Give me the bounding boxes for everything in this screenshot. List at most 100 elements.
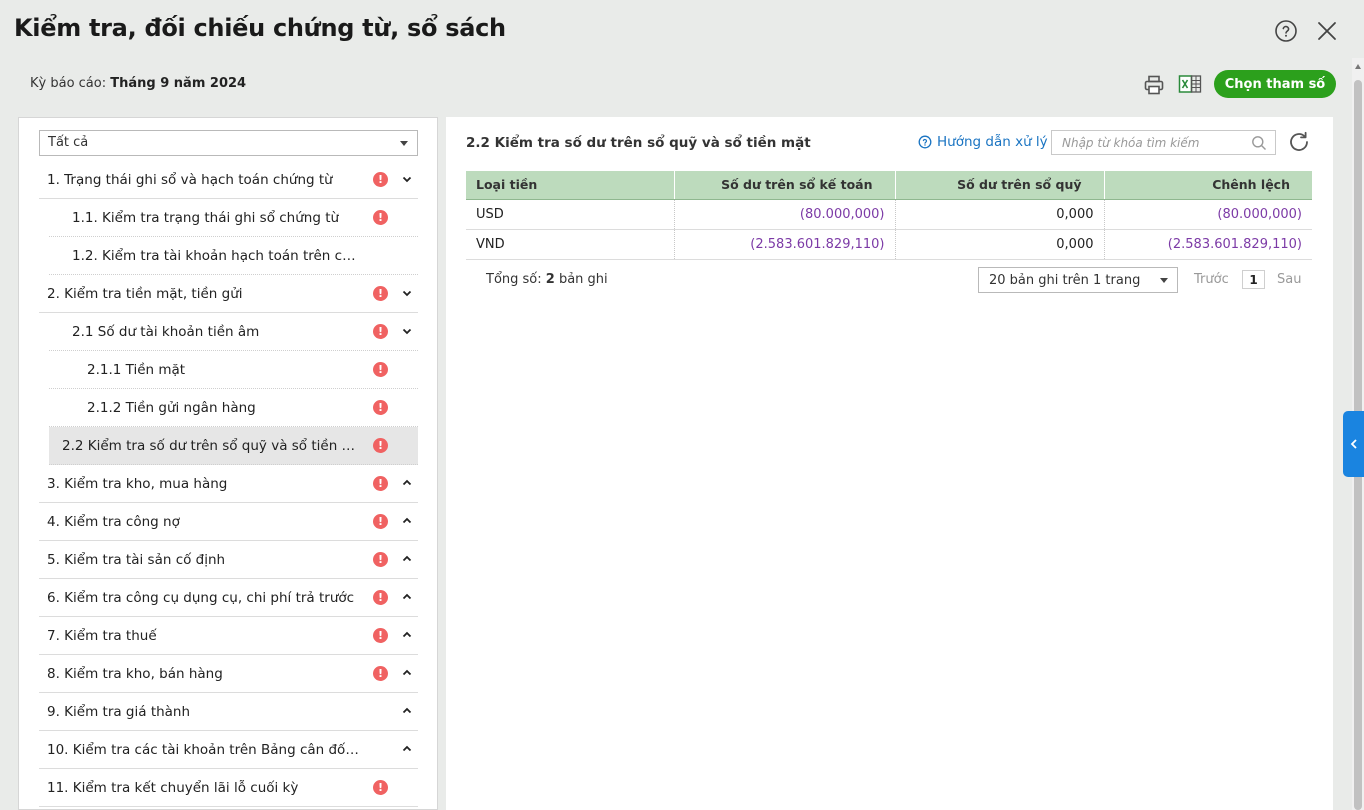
chevron-up-icon[interactable] [401,553,413,565]
tree-item-label: 2.1 Số dư tài khoản tiền âm [72,323,260,340]
filter-select[interactable]: Tất cả [39,130,418,156]
tree-item[interactable]: 2.1.1 Tiền mặt! [49,351,418,389]
tree-item-label: 1.1. Kiểm tra trạng thái ghi sổ chứng từ [72,209,340,226]
collapse-side-panel-button[interactable] [1343,411,1364,477]
search-placeholder: Nhập từ khóa tìm kiếm [1062,136,1200,150]
warning-icon: ! [373,210,388,225]
total-count: 2 [545,272,555,287]
record-total: Tổng số: 2 bản ghi [486,272,608,287]
book-balance-cell: (80.000,000) [674,199,896,230]
tree-item-label: 1. Trạng thái ghi sổ và hạch toán chứng … [47,171,333,188]
scroll-up-arrow-icon[interactable] [1355,64,1361,69]
tree-item-label: 2.1.2 Tiền gửi ngân hàng [87,399,256,416]
tree-item[interactable]: 5. Kiểm tra tài sản cố định! [39,541,418,579]
warning-icon: ! [373,590,388,605]
chevron-up-icon[interactable] [401,667,413,679]
tree-item-label: 9. Kiểm tra giá thành [47,703,191,720]
tree-item[interactable]: 2.1 Số dư tài khoản tiền âm! [49,313,418,351]
table-row[interactable]: USD (80.000,000) 0,000 (80.000,000) [466,199,1312,230]
difference-cell: (80.000,000) [1104,199,1312,230]
page-number[interactable]: 1 [1242,270,1265,289]
choose-params-button[interactable]: Chọn tham số [1214,70,1336,98]
chevron-up-icon[interactable] [401,515,413,527]
help-icon [918,135,932,149]
tree-item-label: 2.1.1 Tiền mặt [87,361,186,378]
tree-item[interactable]: 3. Kiểm tra kho, mua hàng! [39,465,418,503]
tree-item[interactable]: 6. Kiểm tra công cụ dụng cụ, chi phí trả… [39,579,418,617]
tree-item[interactable]: 2. Kiểm tra tiền mặt, tiền gửi! [39,275,418,313]
search-icon [1252,136,1266,150]
tree-item[interactable]: 10. Kiểm tra các tài khoản trên Bảng cân… [39,731,418,769]
tree-item[interactable]: 2.1.2 Tiền gửi ngân hàng! [49,389,418,427]
check-tree: 1. Trạng thái ghi sổ và hạch toán chứng … [39,161,418,807]
chevron-down-icon[interactable] [401,325,413,337]
warning-icon: ! [373,780,388,795]
chevron-down-icon[interactable] [401,173,413,185]
search-input[interactable]: Nhập từ khóa tìm kiếm [1051,130,1276,155]
chevron-left-icon [1350,439,1357,449]
prev-page-button[interactable]: Trước [1194,272,1229,287]
period-value: Tháng 9 năm 2024 [110,76,247,91]
guide-label: Hướng dẫn xử lý [937,134,1048,150]
excel-icon[interactable] [1178,72,1202,96]
check-tree-panel: Tất cả 1. Trạng thái ghi sổ và hạch toán… [18,117,438,810]
warning-icon: ! [373,172,388,187]
tree-item[interactable]: 2.2 Kiểm tra số dư trên sổ quỹ và sổ tiề… [49,427,418,465]
warning-icon: ! [373,362,388,377]
column-header[interactable]: Chênh lệch [1104,171,1312,200]
detail-title: 2.2 Kiểm tra số dư trên sổ quỹ và sổ tiề… [466,135,811,151]
chevron-up-icon[interactable] [401,705,413,717]
printer-icon[interactable] [1142,73,1166,97]
currency-cell: VND [466,229,675,260]
chevron-down-icon [400,141,408,146]
chevron-up-icon[interactable] [401,477,413,489]
guide-link[interactable]: Hướng dẫn xử lý [918,134,1048,150]
tree-item-label: 6. Kiểm tra công cụ dụng cụ, chi phí trả… [47,589,355,606]
chevron-down-icon [1160,278,1168,283]
table-row[interactable]: VND (2.583.601.829,110) 0,000 (2.583.601… [466,229,1312,260]
cashbook-balance-cell: 0,000 [895,229,1105,260]
tree-item[interactable]: 1. Trạng thái ghi sổ và hạch toán chứng … [39,161,418,199]
page-size-value: 20 bản ghi trên 1 trang [989,273,1141,288]
total-unit: bản ghi [558,272,608,287]
refresh-icon[interactable] [1287,130,1311,154]
tree-item[interactable]: 9. Kiểm tra giá thành [39,693,418,731]
chevron-down-icon[interactable] [401,287,413,299]
detail-panel: 2.2 Kiểm tra số dư trên sổ quỹ và sổ tiề… [446,117,1333,810]
next-page-button[interactable]: Sau [1277,272,1301,287]
tree-item[interactable]: 1.1. Kiểm tra trạng thái ghi sổ chứng từ… [49,199,418,237]
difference-cell: (2.583.601.829,110) [1104,229,1312,260]
column-header[interactable]: Số dư trên sổ quỹ [895,171,1105,200]
tree-item-label: 2. Kiểm tra tiền mặt, tiền gửi [47,285,243,302]
balance-table: Loại tiền Số dư trên sổ kế toán Số dư tr… [466,171,1312,260]
warning-icon: ! [373,476,388,491]
chevron-up-icon[interactable] [401,743,413,755]
tree-item-label: 3. Kiểm tra kho, mua hàng [47,475,228,492]
report-period: Kỳ báo cáo: Tháng 9 năm 2024 [30,76,246,91]
total-label: Tổng số: [486,272,542,287]
column-header[interactable]: Số dư trên sổ kế toán [674,171,896,200]
warning-icon: ! [373,438,388,453]
tree-item[interactable]: 1.2. Kiểm tra tài khoản hạch toán trên c… [49,237,418,275]
column-header[interactable]: Loại tiền [466,171,675,200]
table-header-row: Loại tiền Số dư trên sổ kế toán Số dư tr… [466,171,1312,200]
warning-icon: ! [373,400,388,415]
tree-item-label: 11. Kiểm tra kết chuyển lãi lỗ cuối kỳ [47,779,299,796]
book-balance-cell: (2.583.601.829,110) [674,229,896,260]
tree-item[interactable]: 4. Kiểm tra công nợ! [39,503,418,541]
tree-item[interactable]: 8. Kiểm tra kho, bán hàng! [39,655,418,693]
warning-icon: ! [373,514,388,529]
close-icon[interactable] [1314,18,1340,44]
tree-item[interactable]: 7. Kiểm tra thuế! [39,617,418,655]
tree-item-label: 4. Kiểm tra công nợ [47,513,180,530]
period-label: Kỳ báo cáo: [30,76,107,91]
tree-item-label: 2.2 Kiểm tra số dư trên sổ quỹ và sổ tiề… [62,437,361,454]
warning-icon: ! [373,286,388,301]
warning-icon: ! [373,666,388,681]
help-icon[interactable] [1273,18,1299,44]
page-size-select[interactable]: 20 bản ghi trên 1 trang [978,267,1178,293]
chevron-up-icon[interactable] [401,591,413,603]
tree-item[interactable]: 11. Kiểm tra kết chuyển lãi lỗ cuối kỳ! [39,769,418,807]
chevron-up-icon[interactable] [401,629,413,641]
warning-icon: ! [373,628,388,643]
